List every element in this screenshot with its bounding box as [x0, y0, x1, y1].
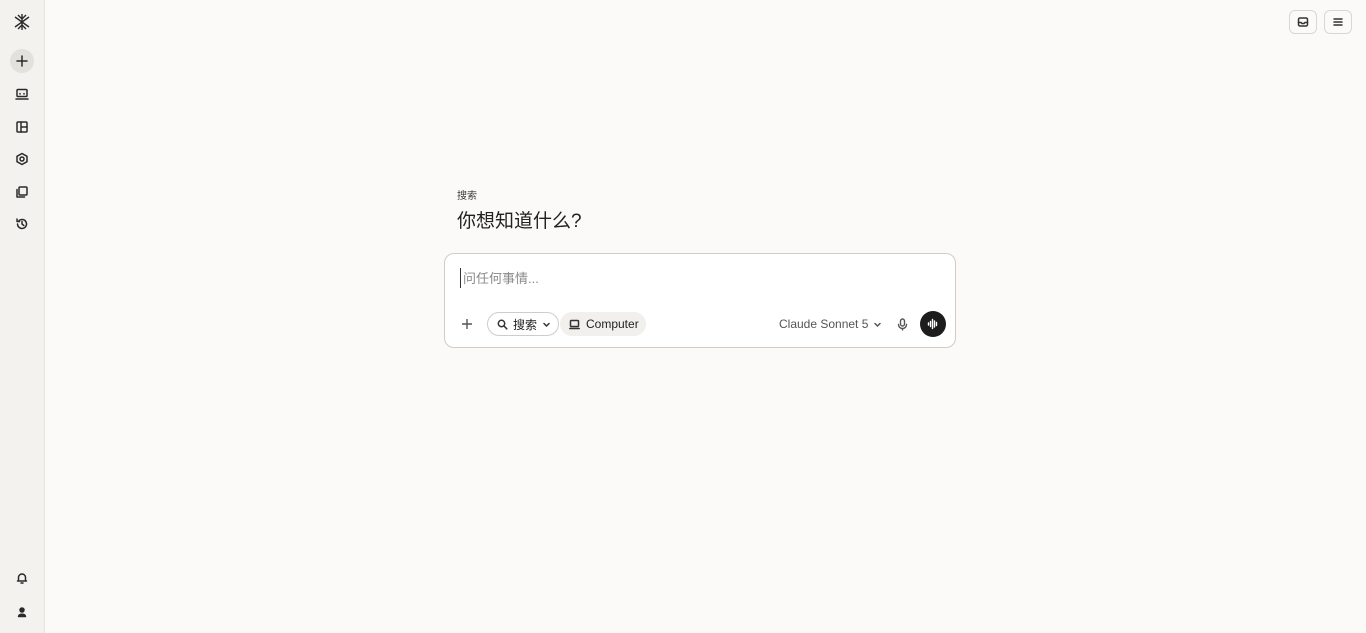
snowflake-logo-icon[interactable] — [12, 12, 32, 32]
bell-icon — [16, 573, 28, 584]
chevron-down-icon — [874, 322, 882, 327]
chevron-down-icon — [543, 322, 550, 327]
notifications-button[interactable] — [10, 566, 34, 590]
search-mode-dropdown[interactable]: 搜索 — [487, 312, 559, 336]
spaces-icon — [16, 121, 28, 133]
sidebar-item-spaces[interactable] — [10, 115, 34, 139]
sidebar-item-computer[interactable] — [10, 82, 34, 106]
computer-label: Computer — [586, 317, 639, 331]
plus-icon — [462, 319, 472, 329]
sidebar-item-discover[interactable] — [10, 147, 34, 171]
inbox-icon — [1297, 17, 1309, 27]
search-mode-label: 搜索 — [513, 317, 538, 332]
sidebar — [0, 0, 45, 633]
attach-button[interactable] — [459, 316, 475, 332]
menu-icon — [1333, 18, 1343, 26]
sidebar-item-history[interactable] — [10, 212, 34, 236]
query-input[interactable] — [460, 268, 940, 288]
account-button[interactable] — [10, 600, 34, 624]
microphone-icon — [897, 317, 907, 331]
composer: 搜索 Computer Claude Sonnet 5 — [444, 253, 956, 348]
dictation-button[interactable] — [895, 316, 909, 332]
user-icon — [17, 607, 27, 618]
history-icon — [16, 218, 28, 230]
model-label: Claude Sonnet 5 — [779, 317, 869, 331]
page-title: 你想知道什么? — [457, 211, 582, 232]
hexagon-settings-icon — [16, 152, 28, 166]
search-icon — [497, 319, 508, 330]
computer-toggle[interactable]: Computer — [560, 312, 646, 336]
library-icon — [16, 186, 28, 198]
inbox-button[interactable] — [1289, 10, 1317, 34]
menu-button[interactable] — [1324, 10, 1352, 34]
computer-icon — [15, 88, 29, 100]
plus-icon — [16, 55, 28, 67]
new-thread-button[interactable] — [10, 49, 34, 73]
computer-icon — [569, 319, 580, 329]
waveform-icon — [927, 318, 938, 330]
voice-mode-button[interactable] — [920, 311, 946, 337]
mode-label: 搜索 — [457, 191, 477, 202]
model-selector[interactable]: Claude Sonnet 5 — [779, 316, 882, 332]
sidebar-item-library[interactable] — [10, 180, 34, 204]
